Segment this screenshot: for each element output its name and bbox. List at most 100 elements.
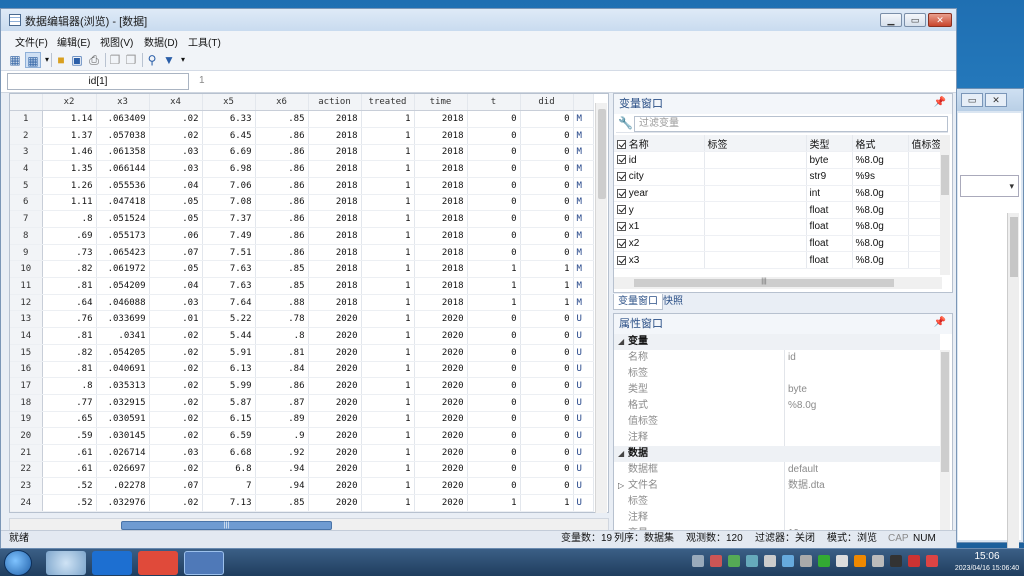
table-cell[interactable]: 0 [467, 377, 521, 395]
table-cell[interactable]: 1 [361, 210, 415, 228]
table-cell[interactable]: .055173 [96, 227, 150, 245]
table-cell[interactable]: 6.15 [202, 411, 256, 429]
table-cell[interactable]: 0 [520, 227, 574, 245]
table-cell[interactable]: M [573, 260, 594, 279]
table-cell[interactable]: 1.37 [42, 127, 97, 145]
table-cell[interactable]: .032915 [96, 394, 150, 412]
table-cell[interactable]: .94 [255, 461, 309, 479]
variable-cell[interactable] [908, 201, 940, 219]
row-number[interactable]: 15 [10, 344, 43, 362]
table-cell[interactable]: M [573, 294, 594, 312]
table-cell[interactable]: 1.46 [42, 144, 97, 162]
table-cell[interactable]: .86 [255, 127, 309, 145]
table-cell[interactable]: 1 [520, 260, 574, 279]
table-cell[interactable]: 0 [520, 194, 574, 212]
table-cell[interactable]: .055536 [96, 177, 150, 195]
table-cell[interactable]: 1 [361, 394, 415, 412]
table-cell[interactable]: 2018 [308, 194, 362, 212]
restore-icon[interactable]: ▭ [961, 93, 983, 107]
table-cell[interactable]: 0 [467, 110, 521, 128]
table-cell[interactable]: 2018 [308, 210, 362, 228]
table-cell[interactable]: 7.63 [202, 260, 256, 279]
table-cell[interactable]: 5.87 [202, 394, 256, 412]
table-cell[interactable]: 1 [361, 144, 415, 162]
table-cell[interactable]: 2020 [308, 344, 362, 362]
table-cell[interactable]: 2018 [308, 260, 362, 279]
table-cell[interactable]: 2020 [308, 394, 362, 412]
table-row[interactable]: 12.64.046088.03 7.64.88 2018 1 2018 1 1 M [10, 294, 594, 312]
table-cell[interactable]: 1 [361, 461, 415, 479]
variables-column-header[interactable]: 名称 [614, 135, 705, 153]
table-row[interactable]: 4 1.35.066144.03 6.98.86 2018 1 2018 0 0 M [10, 160, 594, 178]
row-number[interactable]: 2 [10, 127, 43, 145]
table-cell[interactable]: M [573, 194, 594, 212]
property-row[interactable]: 注释 [614, 430, 940, 446]
table-cell[interactable]: 0 [467, 477, 521, 495]
property-row[interactable]: 标签 [614, 366, 940, 382]
variables-vertical-scrollbar[interactable] [940, 135, 950, 275]
table-cell[interactable]: U [573, 427, 594, 445]
table-cell[interactable]: 0 [467, 160, 521, 178]
tray-icon[interactable] [764, 555, 776, 567]
table-row[interactable]: 16.81.040691.02 6.13.84 2020 1 2020 0 0 U [10, 361, 594, 379]
corner-cell[interactable] [10, 94, 43, 112]
table-cell[interactable]: 1.26 [42, 177, 97, 195]
table-cell[interactable]: .86 [255, 227, 309, 245]
table-cell[interactable]: 0 [520, 210, 574, 228]
pin-icon[interactable]: 📌 [934, 317, 946, 328]
variable-cell[interactable]: %8.0g [852, 251, 909, 269]
tab-variables[interactable]: 变量窗口 [613, 294, 663, 310]
tray-icon[interactable] [818, 555, 830, 567]
row-number[interactable]: 24 [10, 494, 43, 512]
table-cell[interactable]: .81 [42, 277, 97, 295]
tray-icon[interactable] [782, 555, 794, 567]
variable-cell[interactable]: year [614, 185, 705, 203]
table-cell[interactable]: .61 [42, 461, 97, 479]
table-cell[interactable]: 2018 [414, 294, 468, 312]
table-cell[interactable]: .061972 [96, 260, 150, 279]
table-cell[interactable]: 1 [361, 227, 415, 245]
table-cell[interactable]: M [573, 127, 594, 145]
table-cell[interactable]: 2018 [414, 177, 468, 195]
table-cell[interactable]: U [573, 411, 594, 429]
table-cell[interactable]: 6.59 [202, 427, 256, 445]
table-cell[interactable]: 2020 [414, 394, 468, 412]
table-cell[interactable]: .0341 [96, 327, 150, 345]
background-scrollbar[interactable] [1007, 213, 1019, 553]
expand-icon[interactable]: ▷ [618, 478, 624, 494]
property-row[interactable]: 值标签 [614, 414, 940, 430]
table-cell[interactable]: .07 [149, 244, 203, 262]
variable-cell[interactable]: x3 [614, 251, 705, 269]
minimize-button[interactable]: ▁ [880, 13, 902, 27]
table-cell[interactable]: .81 [42, 327, 97, 345]
variable-cell[interactable]: %8.0g [852, 185, 909, 203]
table-cell[interactable]: 2020 [414, 411, 468, 429]
table-cell[interactable]: 0 [520, 310, 574, 329]
variable-cell[interactable] [908, 235, 940, 253]
table-cell[interactable]: .52 [42, 477, 97, 495]
table-cell[interactable]: 6.33 [202, 110, 256, 128]
table-cell[interactable]: 2018 [414, 194, 468, 212]
table-row[interactable]: 21.61.026714.03 6.68.92 2020 1 2020 0 0 U [10, 444, 594, 462]
table-cell[interactable]: U [573, 444, 594, 462]
table-cell[interactable]: 1 [361, 444, 415, 462]
variable-row[interactable]: id byte %8.0g [614, 151, 940, 169]
tray-icon[interactable] [836, 555, 848, 567]
table-cell[interactable]: 0 [520, 444, 574, 462]
table-cell[interactable]: 1 [361, 294, 415, 312]
table-cell[interactable]: .02 [149, 361, 203, 379]
column-header[interactable]: did [520, 94, 574, 112]
table-cell[interactable]: 1 [520, 494, 574, 512]
table-cell[interactable]: 2018 [308, 227, 362, 245]
table-cell[interactable]: .051524 [96, 210, 150, 228]
variable-cell[interactable] [704, 235, 807, 253]
variable-cell[interactable]: float [806, 251, 853, 269]
table-cell[interactable]: U [573, 477, 594, 495]
table-cell[interactable]: 5.44 [202, 327, 256, 345]
paste-icon[interactable]: ❐ [123, 52, 139, 68]
table-cell[interactable]: .026697 [96, 461, 150, 479]
start-button[interactable] [4, 550, 32, 576]
table-row[interactable]: 5 1.26.055536.04 7.06.86 2018 1 2018 0 0 M [10, 177, 594, 195]
table-cell[interactable]: .86 [255, 377, 309, 395]
variable-cell[interactable] [704, 185, 807, 203]
